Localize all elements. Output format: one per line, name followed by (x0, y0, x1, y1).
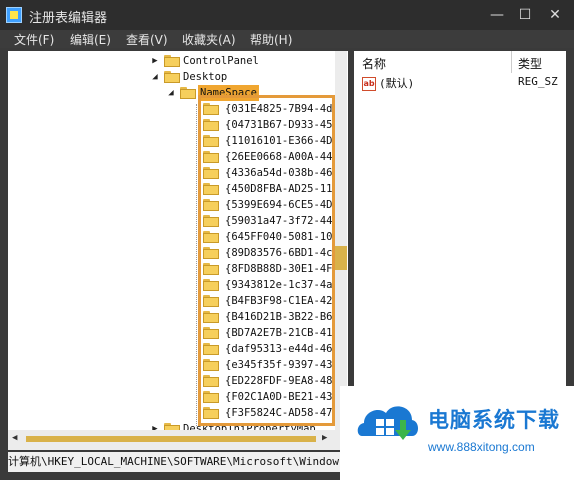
value-type: REG_SZ (518, 75, 558, 88)
annotation-highlight-box (198, 95, 335, 426)
watermark-logo-icon (357, 406, 418, 440)
watermark-overlay: 电脑系统下载 www.888xitong.com (340, 386, 574, 480)
tree-horizontal-scrollbar[interactable]: ◀ ▶ (8, 430, 335, 450)
scroll-left-arrow-icon[interactable]: ◀ (12, 433, 17, 443)
close-button[interactable]: ✕ (542, 4, 568, 26)
menu-view[interactable]: 查看(V) (126, 31, 168, 48)
scroll-right-arrow-icon[interactable]: ▶ (322, 433, 327, 443)
tree-node-label: ControlPanel (183, 55, 259, 67)
column-separator[interactable] (511, 51, 512, 73)
expand-arrow-icon[interactable]: ▶ (150, 53, 160, 69)
collapse-arrow-icon[interactable]: ◢ (166, 85, 176, 101)
minimize-button[interactable]: — (484, 4, 510, 26)
folder-icon (164, 71, 180, 83)
watermark-url: www.888xitong.com (428, 440, 535, 454)
column-header-type[interactable]: 类型 (518, 55, 542, 72)
maximize-button[interactable]: ☐ (512, 4, 538, 26)
value-name: (默认) (379, 77, 415, 90)
string-value-icon: ab (362, 77, 376, 91)
menu-help[interactable]: 帮助(H) (250, 31, 292, 48)
menu-edit[interactable]: 编辑(E) (70, 31, 111, 48)
tree-node-label: Desktop (183, 71, 228, 83)
value-row-default[interactable]: ab (默认) REG_SZ (362, 75, 566, 91)
tree-node-desktop[interactable]: ◢ Desktop (8, 69, 348, 85)
menu-file[interactable]: 文件(F) (14, 31, 54, 48)
scrollbar-thumb[interactable] (335, 246, 347, 270)
collapse-arrow-icon[interactable]: ◢ (150, 69, 160, 85)
column-header-name[interactable]: 名称 (362, 55, 386, 72)
tree-node-controlpanel[interactable]: ▶ ControlPanel (8, 53, 348, 69)
title-bar[interactable]: 注册表编辑器 — ☐ ✕ (0, 0, 574, 30)
regedit-app-icon (6, 7, 22, 23)
folder-icon (164, 55, 180, 67)
scrollbar-thumb[interactable] (26, 436, 316, 442)
menu-favorites[interactable]: 收藏夹(A) (182, 31, 236, 48)
registry-editor-window: 注册表编辑器 — ☐ ✕ 文件(F) 编辑(E) 查看(V) 收藏夹(A) 帮助… (0, 0, 574, 480)
menu-bar: 文件(F) 编辑(E) 查看(V) 收藏夹(A) 帮助(H) (0, 30, 574, 48)
registry-path: 计算机\HKEY_LOCAL_MACHINE\SOFTWARE\Microsof… (8, 455, 366, 468)
folder-open-icon (180, 87, 196, 99)
window-title: 注册表编辑器 (29, 11, 108, 26)
watermark-title: 电脑系统下载 (428, 408, 560, 432)
